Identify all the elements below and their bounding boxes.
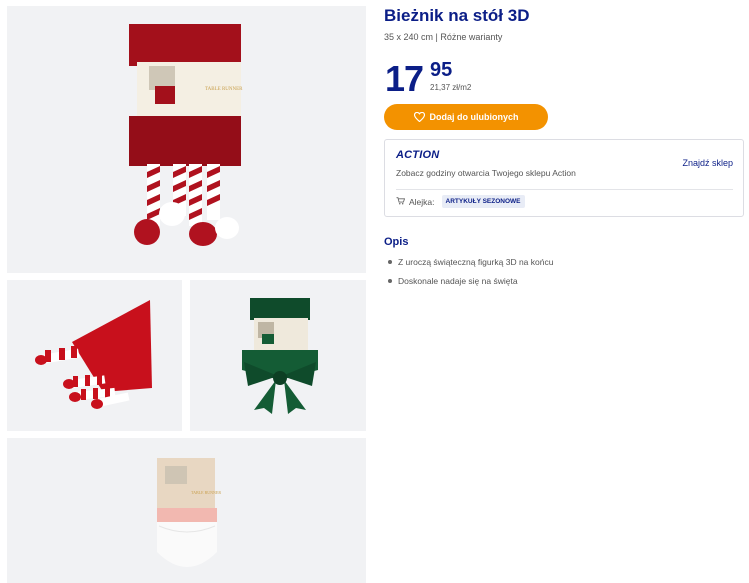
store-info-box: ACTION Znajdź sklep Zobacz godziny otwar… bbox=[384, 139, 744, 217]
list-item: Z uroczą świąteczną figurką 3D na końcu bbox=[384, 256, 553, 275]
product-image-main[interactable]: TABLE RUNNER bbox=[7, 6, 366, 273]
product-gallery: TABLE RUNNER TABLE RUNNER bbox=[0, 0, 370, 583]
product-title: Bieżnik na stół 3D bbox=[384, 6, 530, 25]
product-image-santa[interactable]: TABLE RUNNER bbox=[7, 438, 366, 583]
price-integer: 17 bbox=[385, 58, 424, 99]
action-logo-text: ACTION bbox=[396, 149, 440, 161]
product-image-red-runner[interactable] bbox=[7, 280, 182, 431]
add-to-favorites-button[interactable]: Dodaj do ulubionych bbox=[384, 104, 548, 130]
action-logo: ACTION bbox=[396, 149, 439, 161]
description-title: Opis bbox=[384, 236, 409, 248]
product-subtitle: 35 x 240 cm | Różne warianty bbox=[384, 32, 503, 42]
list-item: Doskonale nadaje się na święta bbox=[384, 275, 553, 294]
aisle-row: Alejka: ARTYKUŁY SEZONOWE bbox=[396, 195, 525, 208]
cart-icon bbox=[396, 196, 406, 207]
favorite-label: Dodaj do ulubionych bbox=[429, 112, 519, 122]
aisle-badge: ARTYKUŁY SEZONOWE bbox=[441, 195, 525, 208]
unit-price: 21,37 zł/m2 bbox=[430, 83, 472, 92]
description-list: Z uroczą świąteczną figurką 3D na końcu … bbox=[384, 256, 553, 294]
store-divider bbox=[396, 189, 733, 190]
aisle-label: Alejka: bbox=[409, 196, 435, 207]
svg-text:TABLE RUNNER: TABLE RUNNER bbox=[205, 87, 243, 92]
find-store-link[interactable]: Znajdź sklep bbox=[682, 158, 733, 168]
heart-icon bbox=[413, 112, 425, 122]
product-image-green-bow[interactable] bbox=[190, 280, 366, 431]
svg-text:TABLE RUNNER: TABLE RUNNER bbox=[191, 490, 221, 495]
price-decimal: 95 bbox=[430, 59, 453, 81]
store-hours-text: Zobacz godziny otwarcia Twojego sklepu A… bbox=[396, 168, 576, 178]
